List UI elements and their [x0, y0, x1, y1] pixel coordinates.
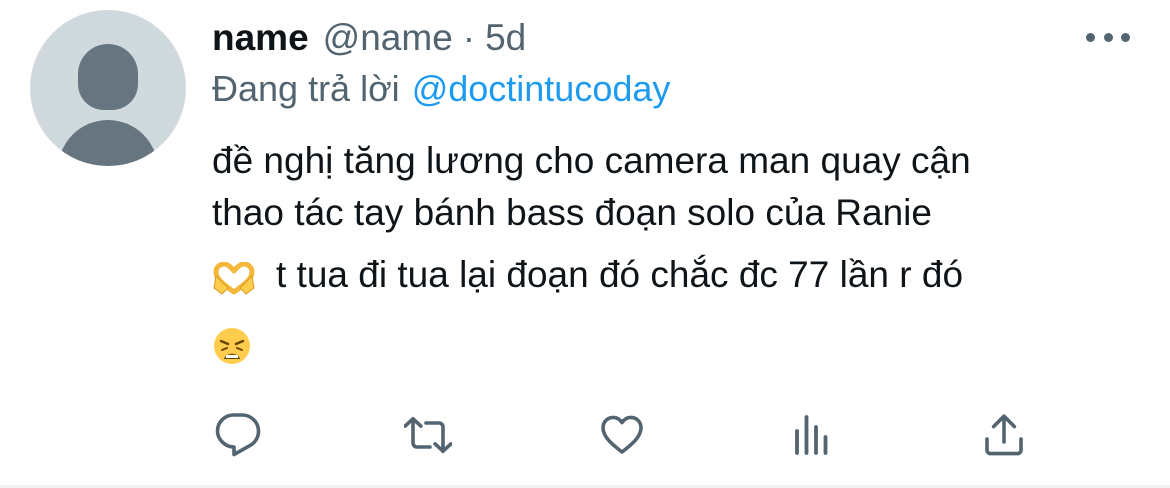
weary-face-emoji	[214, 328, 250, 364]
user-handle[interactable]: @name	[323, 17, 453, 59]
replying-to: Đang trả lời @doctintucoday	[212, 68, 670, 110]
bar-chart-icon[interactable]	[788, 410, 838, 460]
tweet-header: name @name · 5d	[212, 14, 526, 62]
reply-mention-link[interactable]: @doctintucoday	[412, 68, 671, 109]
more-horizontal-icon[interactable]	[1086, 30, 1130, 44]
tweet-action-bar	[0, 410, 1170, 460]
tweet-text-line-2: thao tác tay bánh bass đoạn solo của Ran…	[212, 192, 932, 233]
tweet-text-line-1: đề nghị tăng lương cho camera man quay c…	[212, 140, 971, 181]
reply-prefix: Đang trả lời	[212, 68, 400, 109]
avatar-shoulders-shape	[58, 120, 158, 166]
avatar[interactable]	[30, 10, 186, 166]
timestamp[interactable]: 5d	[485, 17, 526, 59]
heart-icon[interactable]	[597, 410, 647, 460]
share-upload-icon[interactable]	[979, 410, 1029, 460]
separator-dot: ·	[462, 17, 476, 58]
tweet-text-line-3: t tua đi tua lại đoạn đó chắc đc 77 lần …	[276, 254, 964, 295]
avatar-head-shape	[78, 44, 138, 110]
retweet-icon[interactable]	[403, 410, 453, 460]
display-name[interactable]: name	[212, 17, 309, 59]
reply-bubble-icon[interactable]	[213, 410, 263, 460]
heart-hands-emoji	[213, 262, 255, 295]
